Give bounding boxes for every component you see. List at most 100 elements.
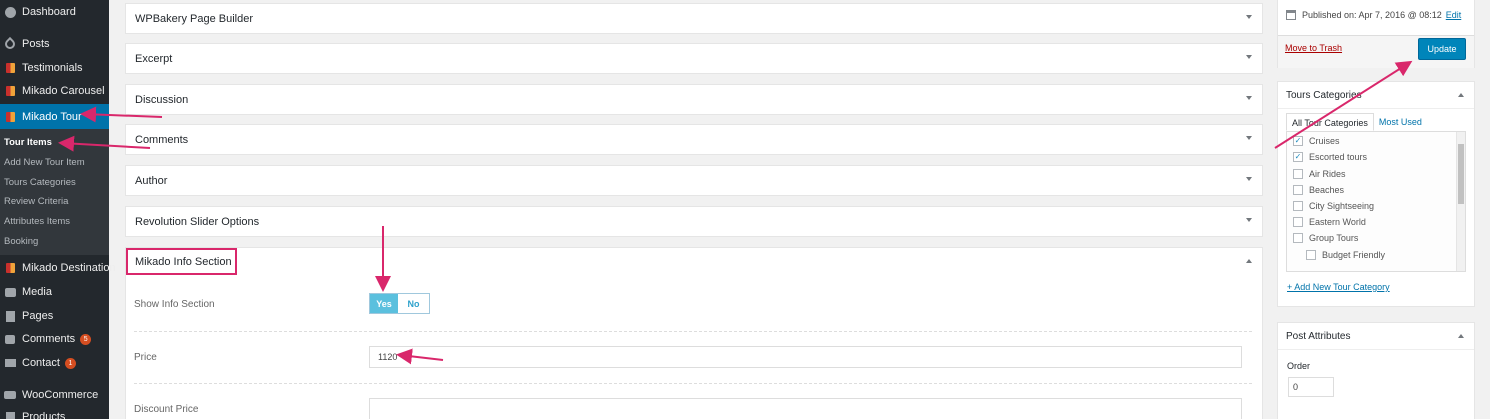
category-checklist: ✓ Cruises ✓ Escorted tours Air Rides Bea… — [1286, 131, 1466, 272]
move-to-trash-link[interactable]: Move to Trash — [1285, 43, 1342, 53]
nav-testimonials[interactable]: Testimonials — [0, 57, 109, 79]
submenu-tour-items[interactable]: Tour Items — [4, 137, 52, 148]
woo-icon — [4, 389, 16, 401]
published-on-text: Published on: Apr 7, 2016 @ 08:12 — [1302, 10, 1442, 20]
category-label: Eastern World — [1309, 217, 1366, 227]
nav-mikado-carousel[interactable]: Mikado Carousel — [0, 80, 109, 102]
nav-label: Pages — [22, 310, 54, 322]
category-label: Cruises — [1309, 136, 1340, 146]
price-input[interactable]: 1120 — [369, 346, 1242, 368]
category-item[interactable]: ✓ Cruises — [1293, 136, 1340, 146]
nav-dashboard[interactable]: Dashboard — [0, 1, 109, 23]
discount-price-input[interactable] — [369, 398, 1242, 419]
contact-count-badge: 1 — [64, 357, 76, 369]
nav-label: Dashboard — [22, 6, 76, 18]
toggle-arrow-icon[interactable] — [1246, 96, 1252, 100]
checkbox-checked[interactable]: ✓ — [1293, 136, 1303, 146]
edit-date-link[interactable]: Edit — [1446, 10, 1462, 20]
mikado-icon — [4, 111, 16, 123]
collapse-arrow-icon[interactable] — [1458, 334, 1464, 338]
metabox-title: Revolution Slider Options — [135, 215, 260, 228]
nav-mikado-tour[interactable]: Mikado Tour — [0, 104, 109, 129]
submenu-add-new-tour-item[interactable]: Add New Tour Item — [4, 157, 85, 168]
scrollbar[interactable] — [1456, 132, 1465, 271]
nav-posts[interactable]: Posts — [0, 33, 109, 55]
category-tabs: All Tour Categories Most Used — [1286, 113, 1427, 131]
category-item[interactable]: Beaches — [1293, 185, 1344, 195]
category-item[interactable]: Air Rides — [1293, 169, 1346, 179]
pin-icon — [2, 36, 18, 52]
category-item[interactable]: Group Tours — [1293, 233, 1358, 243]
category-label: Budget Friendly — [1322, 250, 1386, 260]
nav-comments[interactable]: Comments 5 — [0, 328, 109, 350]
toggle-arrow-icon[interactable] — [1246, 218, 1252, 222]
scrollbar-thumb[interactable] — [1458, 144, 1464, 204]
collapse-arrow-icon[interactable] — [1458, 93, 1464, 97]
attributes-title: Post Attributes — [1286, 330, 1351, 342]
nav-label: Mikado Carousel — [22, 85, 105, 97]
nav-label: Mikado Tour — [22, 110, 82, 123]
add-new-category-link[interactable]: + Add New Tour Category — [1287, 282, 1390, 292]
mail-icon — [4, 357, 16, 369]
nav-mikado-destination[interactable]: Mikado Destination — [0, 257, 116, 279]
submenu-booking[interactable]: Booking — [4, 236, 38, 247]
metabox-wpbakery[interactable]: WPBakery Page Builder — [125, 3, 1263, 34]
tab-most-used[interactable]: Most Used — [1374, 113, 1427, 131]
submenu-tours-categories[interactable]: Tours Categories — [4, 177, 76, 188]
comments-count-badge: 5 — [80, 333, 92, 345]
category-label: Escorted tours — [1309, 152, 1368, 162]
toggle-arrow-icon[interactable] — [1246, 15, 1252, 19]
update-button[interactable]: Update — [1418, 38, 1466, 60]
dashboard-icon — [4, 6, 16, 18]
product-icon — [4, 411, 16, 419]
media-icon — [4, 286, 16, 298]
published-date-row: Published on: Apr 7, 2016 @ 08:12 Edit — [1286, 10, 1461, 20]
discount-price-label: Discount Price — [134, 404, 199, 415]
metabox-title: Discussion — [135, 93, 189, 106]
metabox-author[interactable]: Author — [125, 165, 1263, 196]
order-input[interactable]: 0 — [1288, 377, 1334, 397]
mikado-icon — [4, 85, 16, 97]
nav-label: Products — [22, 411, 66, 419]
category-item[interactable]: City Sightseeing — [1293, 201, 1374, 211]
toggle-arrow-icon[interactable] — [1246, 177, 1252, 181]
metabox-comments[interactable]: Comments — [125, 124, 1263, 155]
checkbox[interactable] — [1293, 169, 1303, 179]
checkbox[interactable] — [1293, 185, 1303, 195]
metabox-title: Author — [135, 174, 168, 187]
metabox-revolution-slider[interactable]: Revolution Slider Options — [125, 206, 1263, 237]
mikado-icon — [4, 62, 16, 74]
categories-title: Tours Categories — [1286, 89, 1362, 101]
collapse-arrow-icon[interactable] — [1246, 259, 1252, 263]
checkbox[interactable] — [1293, 201, 1303, 211]
submenu-attributes-items[interactable]: Attributes Items — [4, 216, 70, 227]
nav-products[interactable]: Products — [0, 406, 109, 419]
checkbox[interactable] — [1293, 217, 1303, 227]
show-info-toggle[interactable]: Yes No — [369, 293, 430, 314]
nav-pages[interactable]: Pages — [0, 305, 109, 327]
publish-actions: Move to Trash Update — [1278, 35, 1474, 68]
admin-sidebar: Dashboard Posts Testimonials Mikado Caro… — [0, 0, 116, 419]
comments-icon — [4, 333, 16, 345]
tab-all-categories[interactable]: All Tour Categories — [1286, 113, 1374, 131]
submenu-review-criteria[interactable]: Review Criteria — [4, 196, 68, 207]
category-item[interactable]: Budget Friendly — [1306, 250, 1385, 260]
show-info-label: Show Info Section — [134, 299, 215, 310]
publish-box: Published on: Apr 7, 2016 @ 08:12 Edit M… — [1277, 0, 1475, 68]
toggle-no[interactable]: No — [398, 294, 429, 313]
metabox-excerpt[interactable]: Excerpt — [125, 43, 1263, 74]
nav-woocommerce[interactable]: WooCommerce — [0, 384, 109, 406]
toggle-yes[interactable]: Yes — [370, 294, 398, 313]
metabox-title: Excerpt — [135, 52, 173, 65]
category-item[interactable]: ✓ Escorted tours — [1293, 152, 1367, 162]
checkbox[interactable] — [1306, 250, 1316, 260]
nav-label: Contact — [22, 357, 60, 369]
metabox-discussion[interactable]: Discussion — [125, 84, 1263, 115]
toggle-arrow-icon[interactable] — [1246, 55, 1252, 59]
nav-media[interactable]: Media — [0, 281, 109, 303]
nav-contact[interactable]: Contact 1 — [0, 352, 109, 374]
category-item[interactable]: Eastern World — [1293, 217, 1366, 227]
toggle-arrow-icon[interactable] — [1246, 136, 1252, 140]
checkbox[interactable] — [1293, 233, 1303, 243]
checkbox-checked[interactable]: ✓ — [1293, 152, 1303, 162]
